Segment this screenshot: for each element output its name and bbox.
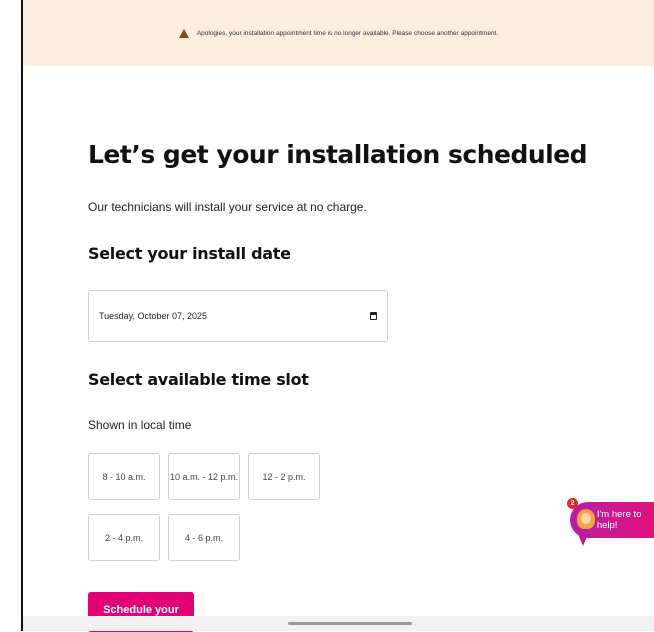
chat-notification-badge: 2	[567, 498, 578, 509]
home-indicator[interactable]	[288, 622, 412, 625]
chat-bubble-tail	[578, 534, 588, 546]
alert-banner: Apologies, your installation appointment…	[23, 0, 654, 66]
alert-message: Apologies, your installation appointment…	[196, 29, 499, 37]
chat-widget-label: I'm here to help!	[596, 509, 642, 531]
time-slot-button[interactable]: 8 - 10 a.m.	[88, 453, 160, 500]
chat-agent-avatar	[576, 509, 595, 531]
calendar-icon[interactable]	[370, 312, 377, 320]
page-subtitle: Our technicians will install your servic…	[88, 200, 367, 214]
window-left-border	[21, 0, 23, 631]
time-slot-button[interactable]: 10 a.m. - 12 p.m.	[168, 453, 240, 500]
time-slot-button[interactable]: 2 - 4 p.m.	[88, 514, 160, 561]
chat-widget-button[interactable]: I'm here to help!	[570, 502, 654, 538]
time-slot-button[interactable]: 12 - 2 p.m.	[248, 453, 320, 500]
time-slot-button[interactable]: 4 - 6 p.m.	[168, 514, 240, 561]
local-time-note: Shown in local time	[88, 418, 192, 432]
time-slot-heading: Select available time slot	[88, 370, 309, 389]
page-title: Let’s get your installation scheduled	[88, 140, 588, 169]
install-date-input[interactable]: Tuesday, October 07, 2025	[88, 290, 388, 342]
warning-triangle-icon	[178, 28, 189, 38]
install-date-value: Tuesday, October 07, 2025	[99, 311, 208, 321]
install-date-heading: Select your install date	[88, 244, 291, 263]
